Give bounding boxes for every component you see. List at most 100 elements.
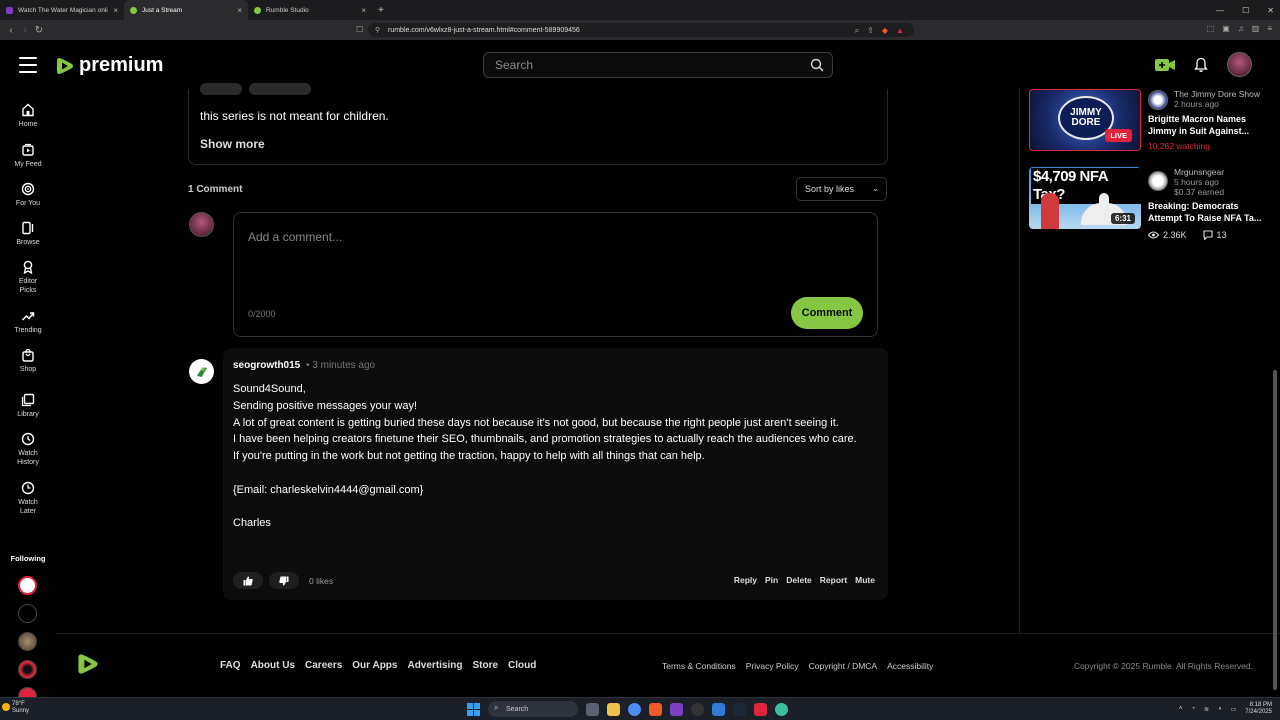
sidebar-item-for-you[interactable]: For You [0, 182, 56, 207]
battery-icon[interactable]: ▭ [1231, 706, 1237, 713]
volume-icon[interactable]: ◖ [1218, 706, 1222, 712]
following-channel-avatar[interactable] [18, 576, 37, 595]
address-bar[interactable]: ☐ ⚲ rumble.com/v6wlxz8-just-a-stream.htm… [356, 23, 914, 37]
channel-avatar[interactable] [1148, 171, 1168, 191]
task-view-icon[interactable] [586, 702, 599, 716]
commenter-avatar[interactable] [189, 359, 214, 384]
dislike-button[interactable] [269, 572, 299, 589]
report-button[interactable]: Report [820, 575, 847, 585]
footer-link-privacy[interactable]: Privacy Policy [746, 661, 799, 671]
footer-link-advertising[interactable]: Advertising [407, 660, 462, 671]
channel-avatar[interactable] [1148, 90, 1168, 110]
show-more-button[interactable]: Show more [200, 137, 265, 151]
footer-link-accessibility[interactable]: Accessibility [887, 661, 933, 671]
sidebar-item-shop[interactable]: Shop [0, 348, 56, 373]
sidebar-item-browse[interactable]: Browse [0, 221, 56, 246]
video-title[interactable]: Breaking: Democrats Attempt To Raise NFA… [1148, 201, 1268, 224]
browser-tab-rumble-studio[interactable]: Rumble Studio × [248, 0, 372, 20]
browser-tab-water-magician[interactable]: Watch The Water Magician online fr... × [0, 0, 124, 20]
rumble-logo[interactable]: premium [55, 54, 163, 77]
extension-icon[interactable]: ⬚ [1207, 24, 1215, 33]
footer-link-terms[interactable]: Terms & Conditions [662, 661, 736, 671]
menu-toggle-icon[interactable] [19, 57, 37, 78]
bookmark-icon[interactable]: ☐ [356, 25, 363, 34]
close-icon[interactable]: × [113, 6, 118, 15]
app-icon[interactable] [754, 702, 767, 716]
reload-icon[interactable]: ↻ [32, 25, 46, 36]
sidebar-icon[interactable]: ▥ [1252, 24, 1260, 33]
footer-link-store[interactable]: Store [472, 660, 498, 671]
sidebar-item-watch-history[interactable]: Watch History [0, 432, 56, 467]
following-channel-avatar[interactable] [18, 632, 37, 651]
share-icon[interactable]: ⇪ [867, 26, 874, 36]
comment-input[interactable]: Add a comment... 0/2000 Comment [233, 212, 878, 337]
channel-name[interactable]: The Jimmy Dore Show [1174, 89, 1260, 99]
taskbar-search[interactable]: ⌕ Search [488, 701, 578, 717]
sidebar-item-editor-picks[interactable]: Editor Picks [0, 260, 56, 295]
new-tab-button[interactable]: + [378, 5, 384, 16]
comment-author[interactable]: seogrowth015 [233, 360, 300, 371]
forward-icon[interactable]: › [18, 25, 32, 36]
rewards-icon[interactable]: ▲ [896, 26, 904, 36]
app-icon[interactable] [670, 702, 683, 716]
mute-button[interactable]: Mute [855, 575, 875, 585]
following-channel-avatar[interactable] [18, 660, 37, 679]
sidebar-item-library[interactable]: Library [0, 393, 56, 418]
submit-comment-button[interactable]: Comment [791, 297, 863, 329]
sidebar-item-trending[interactable]: Trending [0, 309, 56, 334]
chrome-icon[interactable] [628, 702, 641, 716]
footer-link-copyright[interactable]: Copyright / DMCA [809, 661, 878, 671]
sidebar-item-home[interactable]: Home [0, 103, 56, 128]
delete-button[interactable]: Delete [786, 575, 812, 585]
network-icon[interactable]: ◔ [1191, 706, 1195, 712]
following-channel-avatar[interactable] [18, 687, 37, 697]
video-title[interactable]: Brigitte Macron Names Jimmy in Suit Agai… [1148, 114, 1268, 137]
footer-link-apps[interactable]: Our Apps [352, 660, 397, 671]
wifi-icon[interactable]: ≋ [1204, 706, 1209, 713]
windows-start-icon[interactable] [467, 702, 480, 716]
weather-widget[interactable]: 78°F Sunny [2, 701, 29, 715]
file-explorer-icon[interactable] [607, 702, 620, 716]
footer-link-about[interactable]: About Us [251, 660, 295, 671]
sidebar-item-my-feed[interactable]: My Feed [0, 143, 56, 168]
close-icon[interactable]: × [237, 6, 242, 15]
video-thumbnail[interactable]: $4,709 NFA Tax? 6:31 [1029, 167, 1141, 229]
footer-link-faq[interactable]: FAQ [220, 660, 241, 671]
reply-button[interactable]: Reply [734, 575, 757, 585]
github-icon[interactable] [691, 702, 704, 716]
site-info-icon[interactable]: ⚲ [375, 26, 380, 34]
like-button[interactable] [233, 572, 263, 589]
maximize-icon[interactable]: ☐ [1242, 6, 1249, 15]
zoom-icon[interactable]: ⌕ [855, 26, 859, 36]
user-avatar[interactable] [1227, 52, 1252, 77]
brave-icon[interactable] [649, 702, 662, 716]
tag-pill[interactable] [249, 83, 311, 95]
footer-logo[interactable] [76, 652, 100, 676]
search-input[interactable]: Search [483, 52, 833, 78]
channel-name[interactable]: Mrgunsngear [1174, 167, 1224, 177]
wallet-icon[interactable]: ▣ [1222, 24, 1230, 33]
menu-icon[interactable]: ≡ [1267, 24, 1272, 33]
minimize-icon[interactable]: — [1216, 6, 1224, 15]
close-icon[interactable]: × [361, 6, 366, 15]
related-video[interactable]: JIMMY DORE LIVE The Jimmy Dore Show 2 ho… [1029, 89, 1269, 151]
search-icon[interactable] [810, 58, 824, 72]
footer-link-careers[interactable]: Careers [305, 660, 342, 671]
related-video[interactable]: $4,709 NFA Tax? 6:31 Mrgunsngear 5 hours… [1029, 167, 1269, 240]
chevron-up-icon[interactable]: ˄ [1179, 706, 1183, 712]
notifications-icon[interactable] [1193, 57, 1209, 73]
tag-pill[interactable] [200, 83, 242, 95]
back-icon[interactable]: ‹ [4, 25, 18, 36]
sidebar-item-watch-later[interactable]: Watch Later [0, 481, 56, 516]
close-window-icon[interactable]: ✕ [1267, 6, 1274, 15]
system-clock[interactable]: 8:18 PM 7/24/2025 [1245, 702, 1272, 716]
edge-icon[interactable] [775, 702, 788, 716]
footer-link-cloud[interactable]: Cloud [508, 660, 536, 671]
page-scrollbar[interactable] [1273, 370, 1277, 690]
following-channel-avatar[interactable] [18, 604, 37, 623]
steam-icon[interactable] [733, 702, 746, 716]
music-icon[interactable]: ♫ [1238, 24, 1244, 33]
brave-shield-icon[interactable]: ◆ [882, 26, 888, 36]
go-live-icon[interactable] [1155, 58, 1175, 72]
sort-select[interactable]: Sort by likes ⌄ [796, 177, 887, 201]
